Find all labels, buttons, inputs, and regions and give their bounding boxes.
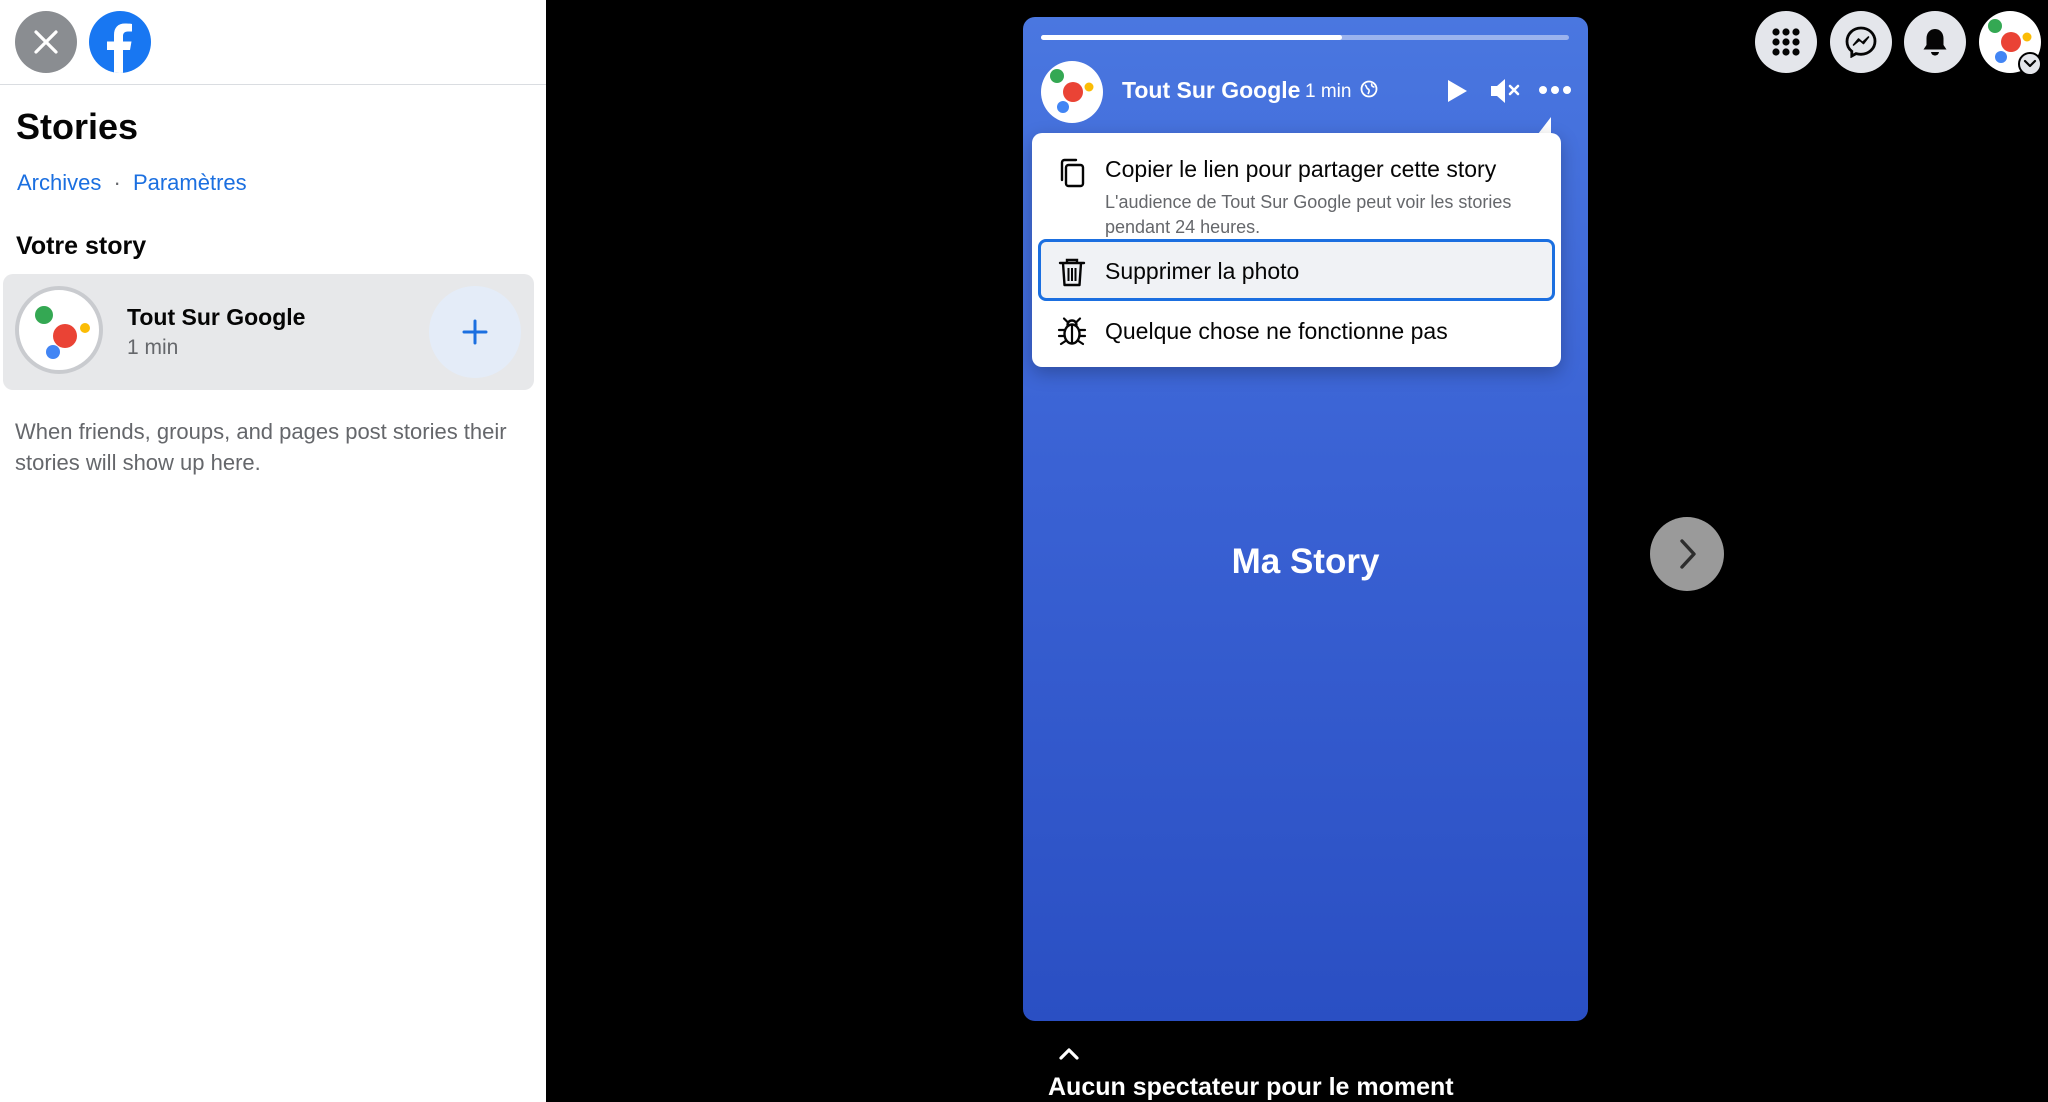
avatar	[15, 286, 103, 374]
report-problem-menu-item[interactable]: Quelque chose ne fonctionne pas	[1038, 303, 1555, 361]
story-author-name[interactable]: Tout Sur Google	[1122, 77, 1300, 104]
close-icon	[34, 30, 58, 54]
chevron-right-icon	[1680, 539, 1696, 569]
bell-icon	[1923, 29, 1947, 56]
copy-icon	[1060, 158, 1085, 188]
bug-icon	[1057, 317, 1087, 346]
account-menu-chevron[interactable]	[2018, 52, 2042, 76]
more-options-icon[interactable]	[1538, 85, 1572, 95]
stories-sidebar: Stories Archives · Paramètres Votre stor…	[0, 0, 546, 1102]
page-title: Stories	[16, 106, 139, 147]
your-story-card[interactable]: Tout Sur Google 1 min	[3, 274, 534, 390]
menu-button[interactable]	[1755, 11, 1817, 73]
play-icon[interactable]	[1444, 77, 1470, 105]
empty-stories-message: When friends, groups, and pages post sto…	[15, 419, 507, 475]
viewers-status[interactable]: Aucun spectateur pour le moment	[1048, 1073, 1454, 1102]
your-story-heading: Votre story	[16, 232, 147, 260]
trash-icon	[1058, 258, 1086, 287]
next-story-button[interactable]	[1650, 517, 1724, 591]
copy-link-title: Copier le lien pour partager cette story	[1105, 156, 1497, 182]
facebook-logo-icon[interactable]	[89, 11, 151, 73]
notifications-button[interactable]	[1904, 11, 1966, 73]
menu-caret	[1538, 117, 1551, 134]
add-story-button[interactable]	[429, 286, 521, 378]
settings-link[interactable]: Paramètres	[133, 170, 247, 195]
story-author-avatar[interactable]	[1041, 61, 1103, 123]
story-owner-name: Tout Sur Google	[127, 304, 306, 330]
stories-links: Archives · Paramètres	[17, 170, 247, 196]
copy-link-menu-item[interactable]: Copier le lien pour partager cette story…	[1038, 147, 1555, 237]
story-caption: Ma Story	[1231, 542, 1380, 581]
mute-icon[interactable]	[1489, 75, 1523, 107]
delete-photo-title: Supprimer la photo	[1105, 258, 1300, 284]
delete-photo-menu-item[interactable]: Supprimer la photo	[1038, 239, 1555, 301]
google-assistant-avatar-icon	[1050, 69, 1094, 113]
messenger-icon	[1845, 26, 1877, 58]
story-options-menu: Copier le lien pour partager cette story…	[1032, 133, 1561, 367]
copy-link-subtitle: L'audience de Tout Sur Google peut voir …	[1105, 192, 1512, 237]
google-assistant-avatar-icon	[35, 306, 90, 359]
story-progress-bar	[1041, 35, 1569, 40]
plus-icon	[462, 319, 488, 345]
report-problem-title: Quelque chose ne fonctionne pas	[1105, 318, 1448, 344]
close-button[interactable]	[15, 11, 77, 73]
archives-link[interactable]: Archives	[17, 170, 101, 195]
chevron-up-icon[interactable]	[1058, 1046, 1080, 1062]
story-timestamp: 1 min	[127, 336, 179, 359]
grid-menu-icon	[1772, 28, 1800, 56]
messenger-button[interactable]	[1830, 11, 1892, 73]
sidebar-header	[0, 0, 546, 85]
story-time: 1 min	[1305, 81, 1352, 102]
globe-icon	[1360, 80, 1378, 98]
story-progress-fill	[1041, 35, 1342, 40]
link-separator: ·	[113, 170, 121, 195]
chevron-down-icon	[2023, 59, 2037, 68]
